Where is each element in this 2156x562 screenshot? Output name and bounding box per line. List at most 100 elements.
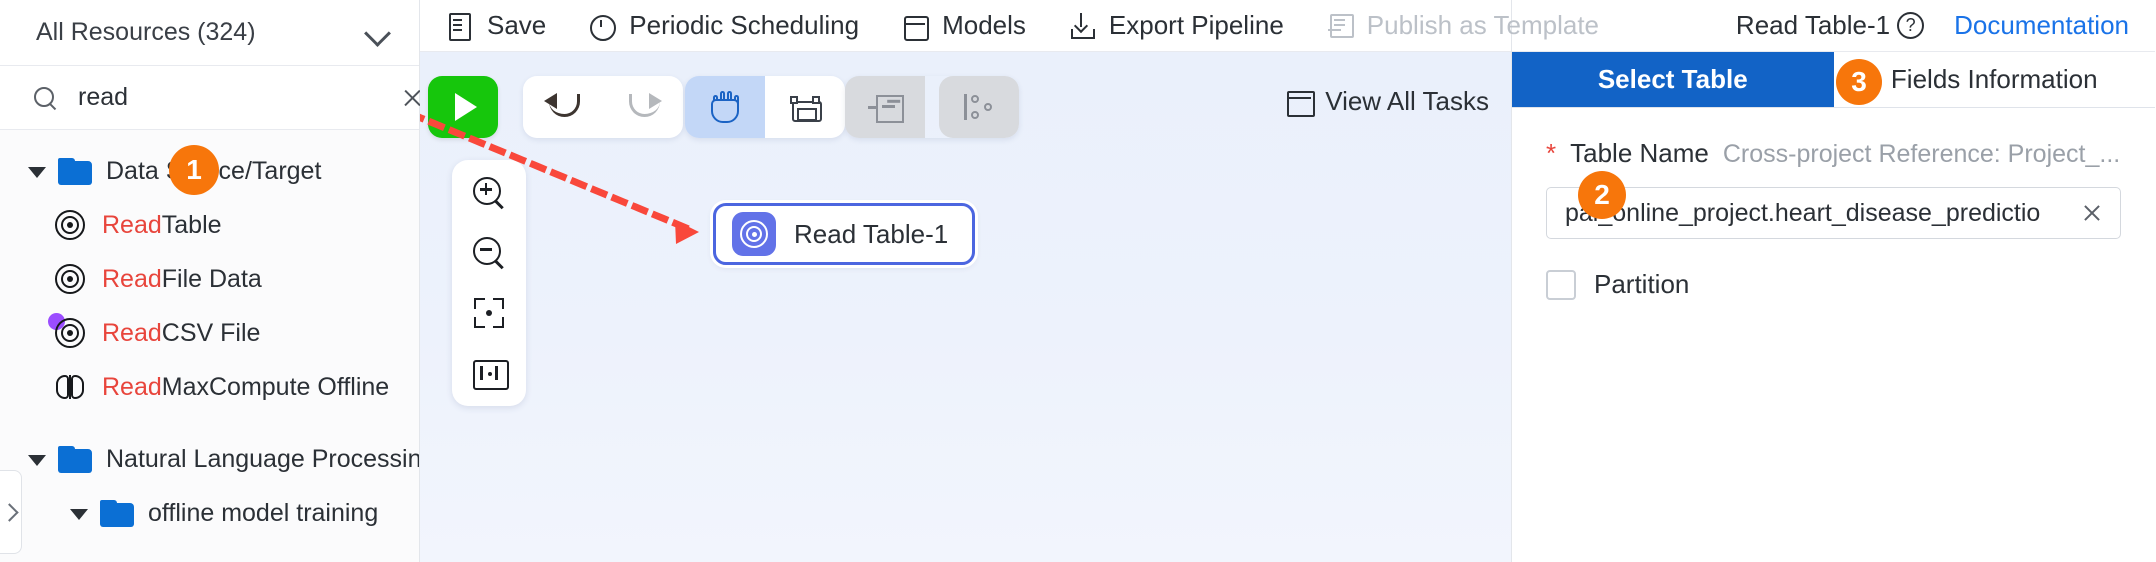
models-button[interactable]: Models <box>901 10 1026 41</box>
save-button-label: Save <box>487 10 547 40</box>
search-input[interactable] <box>60 83 400 112</box>
tree-item-label: Table <box>161 210 222 239</box>
annotation-badge-2: 2 <box>1578 171 1626 219</box>
partition-label: Partition <box>1594 269 1690 299</box>
table-name-hint: Cross-project Reference: Project_... <box>1722 140 2121 168</box>
clear-table-name-icon[interactable] <box>2080 201 2104 225</box>
search-match-text: Read <box>102 318 162 347</box>
search-icon <box>30 83 60 113</box>
node-tool-group <box>845 76 1019 138</box>
pan-tool-button[interactable] <box>685 76 765 138</box>
tree-item-label: CSV File <box>161 318 261 347</box>
actual-size-button[interactable] <box>461 352 517 394</box>
table-name-field[interactable] <box>1546 187 2121 239</box>
pipeline-node-label: Read Table-1 <box>794 218 949 249</box>
sidebar-collapse-handle[interactable] <box>0 470 22 554</box>
annotation-badge-3: 3 <box>1836 59 1882 105</box>
pipeline-canvas-area: Save Periodic Scheduling Models Export P… <box>420 0 1599 562</box>
tab-fields-information-label: Fields Information <box>1890 64 2098 94</box>
fit-to-screen-button[interactable] <box>461 292 517 334</box>
zoom-in-icon <box>472 176 506 210</box>
cube-icon <box>901 12 929 40</box>
canvas[interactable]: View All Tasks Read Table-1 <box>420 52 1511 562</box>
save-button[interactable]: Save <box>446 10 546 41</box>
target-icon <box>54 209 86 241</box>
export-pipeline-label: Export Pipeline <box>1108 10 1284 40</box>
add-node-icon <box>868 92 904 123</box>
partition-checkbox-row[interactable]: Partition <box>1546 269 2121 300</box>
view-all-tasks-button[interactable]: View All Tasks <box>1285 86 1489 117</box>
search-match-text: Read <box>102 264 162 293</box>
folder-icon <box>58 445 92 473</box>
tree-item-read-file-data[interactable]: Read File Data <box>0 252 419 306</box>
graph-icon <box>962 92 996 122</box>
tree-item-read-maxcompute-offline[interactable]: Read MaxCompute Offline <box>0 360 419 414</box>
frame-icon <box>788 92 822 122</box>
tab-select-table-label: Select Table <box>1597 64 1748 94</box>
history-tool-group <box>523 76 683 138</box>
export-icon <box>1068 12 1096 40</box>
tree-item-label: MaxCompute Offline <box>161 372 390 401</box>
zoom-out-icon <box>472 236 506 270</box>
question-icon[interactable]: ? <box>1897 12 1925 39</box>
save-icon <box>446 12 474 41</box>
required-marker: * <box>1546 138 1557 168</box>
resource-tree: Data Source/Target Read Table Read File … <box>0 130 419 562</box>
export-pipeline-button[interactable]: Export Pipeline <box>1068 10 1284 41</box>
tree-group-natural-language-processing[interactable]: Natural Language Processing <box>0 432 419 486</box>
periodic-scheduling-button[interactable]: Periodic Scheduling <box>588 10 859 41</box>
tree-group-offline-model-training[interactable]: offline model training <box>0 486 419 540</box>
target-icon <box>54 263 86 295</box>
run-button[interactable] <box>428 76 498 138</box>
pipeline-designer-window: All Resources (324) Data Source/Target R… <box>0 0 2156 562</box>
pipeline-node-read-table-1[interactable]: Read Table-1 <box>713 203 975 265</box>
brain-icon <box>54 371 86 403</box>
publish-as-template-button: Publish as Template <box>1326 10 1599 41</box>
tab-select-table[interactable]: Select Table <box>1512 52 1834 107</box>
search-match-text: Read <box>102 372 162 401</box>
read-table-icon <box>732 212 776 256</box>
chevron-down-icon <box>365 20 391 46</box>
config-panel-header: Read Table-1 ? Documentation <box>1512 0 2155 52</box>
redo-icon <box>623 90 663 124</box>
zoom-in-button[interactable] <box>461 172 517 214</box>
caret-down-icon[interactable] <box>24 158 50 184</box>
resource-filter-label: All Resources (324) <box>36 18 256 46</box>
folder-icon <box>58 157 92 185</box>
table-name-input[interactable] <box>1565 198 2070 228</box>
redo-button <box>603 76 683 138</box>
resource-filter-select[interactable]: All Resources (324) <box>0 0 419 66</box>
select-frame-button[interactable] <box>765 76 845 138</box>
calendar-icon <box>1285 88 1316 117</box>
hand-icon <box>708 89 742 125</box>
mode-tool-group <box>685 76 845 138</box>
node-config-panel: Read Table-1 ? Documentation Select Tabl… <box>1512 0 2155 562</box>
fit-screen-icon <box>473 297 505 329</box>
tree-group-label: offline model training <box>148 498 379 527</box>
zoom-out-button[interactable] <box>461 232 517 274</box>
search-bar[interactable] <box>0 66 419 130</box>
undo-button[interactable] <box>523 76 603 138</box>
tree-item-label: File Data <box>161 264 262 293</box>
pipeline-toolbar: Save Periodic Scheduling Models Export P… <box>420 0 1599 52</box>
tree-group-label: Natural Language Processing <box>106 444 419 473</box>
caret-down-icon[interactable] <box>66 500 92 526</box>
documentation-link[interactable]: Documentation <box>1954 10 2129 41</box>
tree-item-read-csv-file[interactable]: Read CSV File <box>0 306 419 360</box>
zoom-toolbar <box>452 160 526 406</box>
folder-icon <box>100 499 134 527</box>
annotation-badge-1: 1 <box>169 145 219 195</box>
caret-down-icon[interactable] <box>24 446 50 472</box>
table-name-label-row: * Table Name Cross-project Reference: Pr… <box>1546 138 2121 169</box>
tree-item-read-table[interactable]: Read Table <box>0 198 419 252</box>
add-node-button <box>845 76 925 138</box>
config-panel-title: Read Table-1 ? <box>1735 10 1925 41</box>
publish-as-template-label: Publish as Template <box>1366 10 1600 40</box>
publish-icon <box>1326 12 1354 40</box>
config-panel-title-text: Read Table-1 <box>1735 10 1891 40</box>
resource-sidebar: All Resources (324) Data Source/Target R… <box>0 0 420 562</box>
search-match-text: Read <box>102 210 162 239</box>
one-to-one-icon <box>472 359 509 390</box>
partition-checkbox[interactable] <box>1546 269 1576 300</box>
target-icon <box>48 313 86 349</box>
